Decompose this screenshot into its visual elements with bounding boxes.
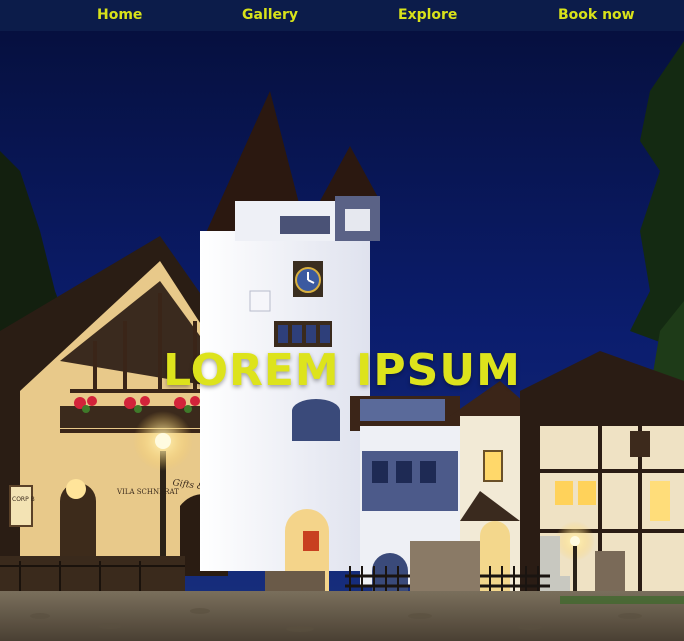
vila-sign: VILA SCHNERAT (116, 488, 179, 496)
nav-gallery-link[interactable]: Gallery (242, 7, 298, 23)
hero-image: VILA SCHNERAT Gifts & Souvenirs CORP B (0, 31, 684, 641)
nav-home-link[interactable]: Home (97, 7, 142, 23)
castle-night-photo: VILA SCHNERAT Gifts & Souvenirs CORP B (0, 31, 684, 641)
nav-explore-link[interactable]: Explore (398, 7, 457, 23)
page: Home Gallery Explore Book now VILA SCHNE… (0, 0, 684, 641)
hero-headline: LOREM IPSUM (163, 345, 521, 396)
top-nav: Home Gallery Explore Book now (0, 0, 684, 31)
nav-book-now-link[interactable]: Book now (558, 7, 635, 23)
corp-sign: CORP B (12, 496, 35, 503)
